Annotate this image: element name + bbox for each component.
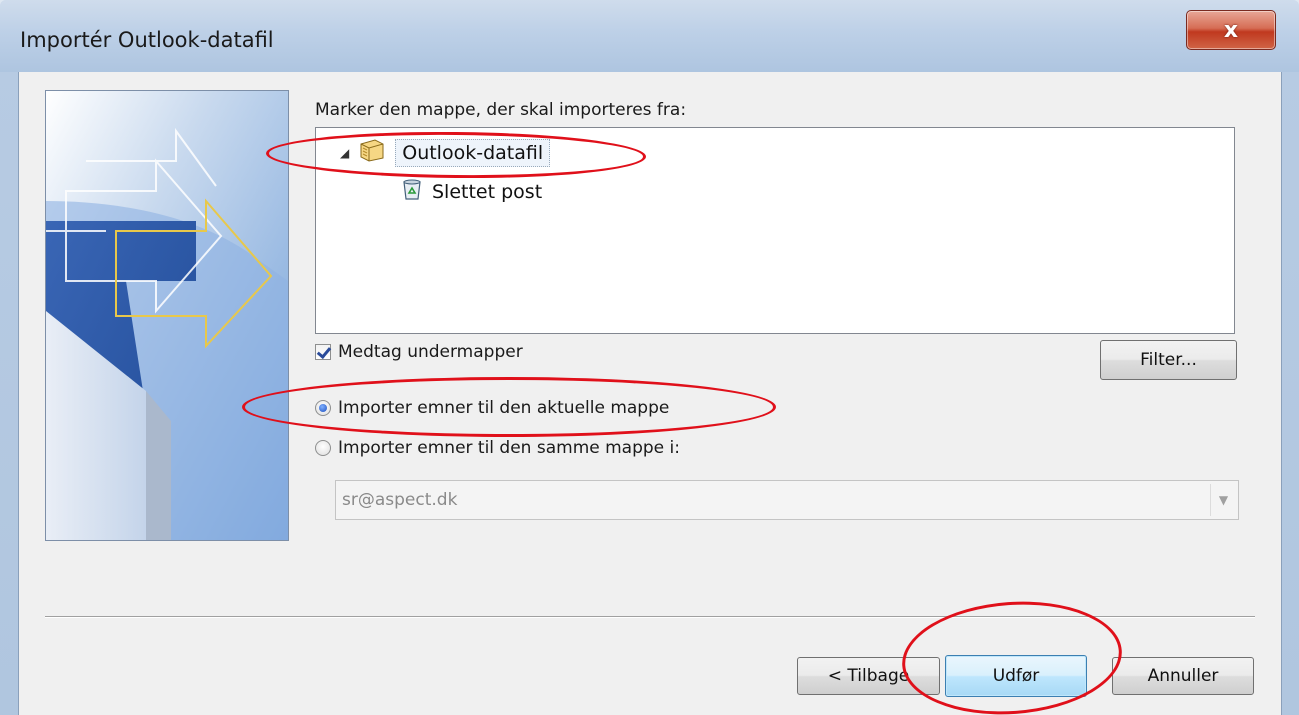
recycle-bin-icon — [402, 178, 422, 205]
radio-unselected-icon[interactable] — [315, 440, 331, 456]
account-dropdown[interactable]: sr@aspect.dk ▼ — [335, 480, 1239, 520]
account-value: sr@aspect.dk — [342, 490, 458, 510]
folder-prompt-label: Marker den mappe, der skal importeres fr… — [315, 100, 687, 120]
radio-same-label: Importer emner til den samme mappe i: — [338, 438, 680, 458]
include-subfolders-checkbox[interactable]: Medtag undermapper — [315, 342, 523, 362]
chevron-down-icon[interactable]: ▼ — [1210, 484, 1236, 516]
close-button[interactable]: x — [1186, 10, 1276, 50]
tree-item-label: Slettet post — [432, 180, 543, 203]
annotation-ellipse-radio — [242, 377, 776, 437]
include-subfolders-label: Medtag undermapper — [338, 342, 523, 362]
title-bar[interactable]: Importér Outlook-datafil x — [0, 0, 1299, 72]
import-dialog-window: Importér Outlook-datafil x Marker den ma… — [0, 0, 1299, 715]
window-title: Importér Outlook-datafil — [20, 28, 274, 52]
cancel-button[interactable]: Annuller — [1112, 657, 1254, 695]
radio-import-same-folder[interactable]: Importer emner til den samme mappe i: — [315, 438, 680, 458]
filter-button[interactable]: Filter... — [1100, 340, 1237, 380]
wizard-banner-image — [45, 90, 289, 541]
close-icon: x — [1223, 17, 1239, 43]
tree-item-slettet-post[interactable]: Slettet post — [402, 178, 542, 205]
checkbox-checked-icon[interactable] — [315, 344, 331, 360]
